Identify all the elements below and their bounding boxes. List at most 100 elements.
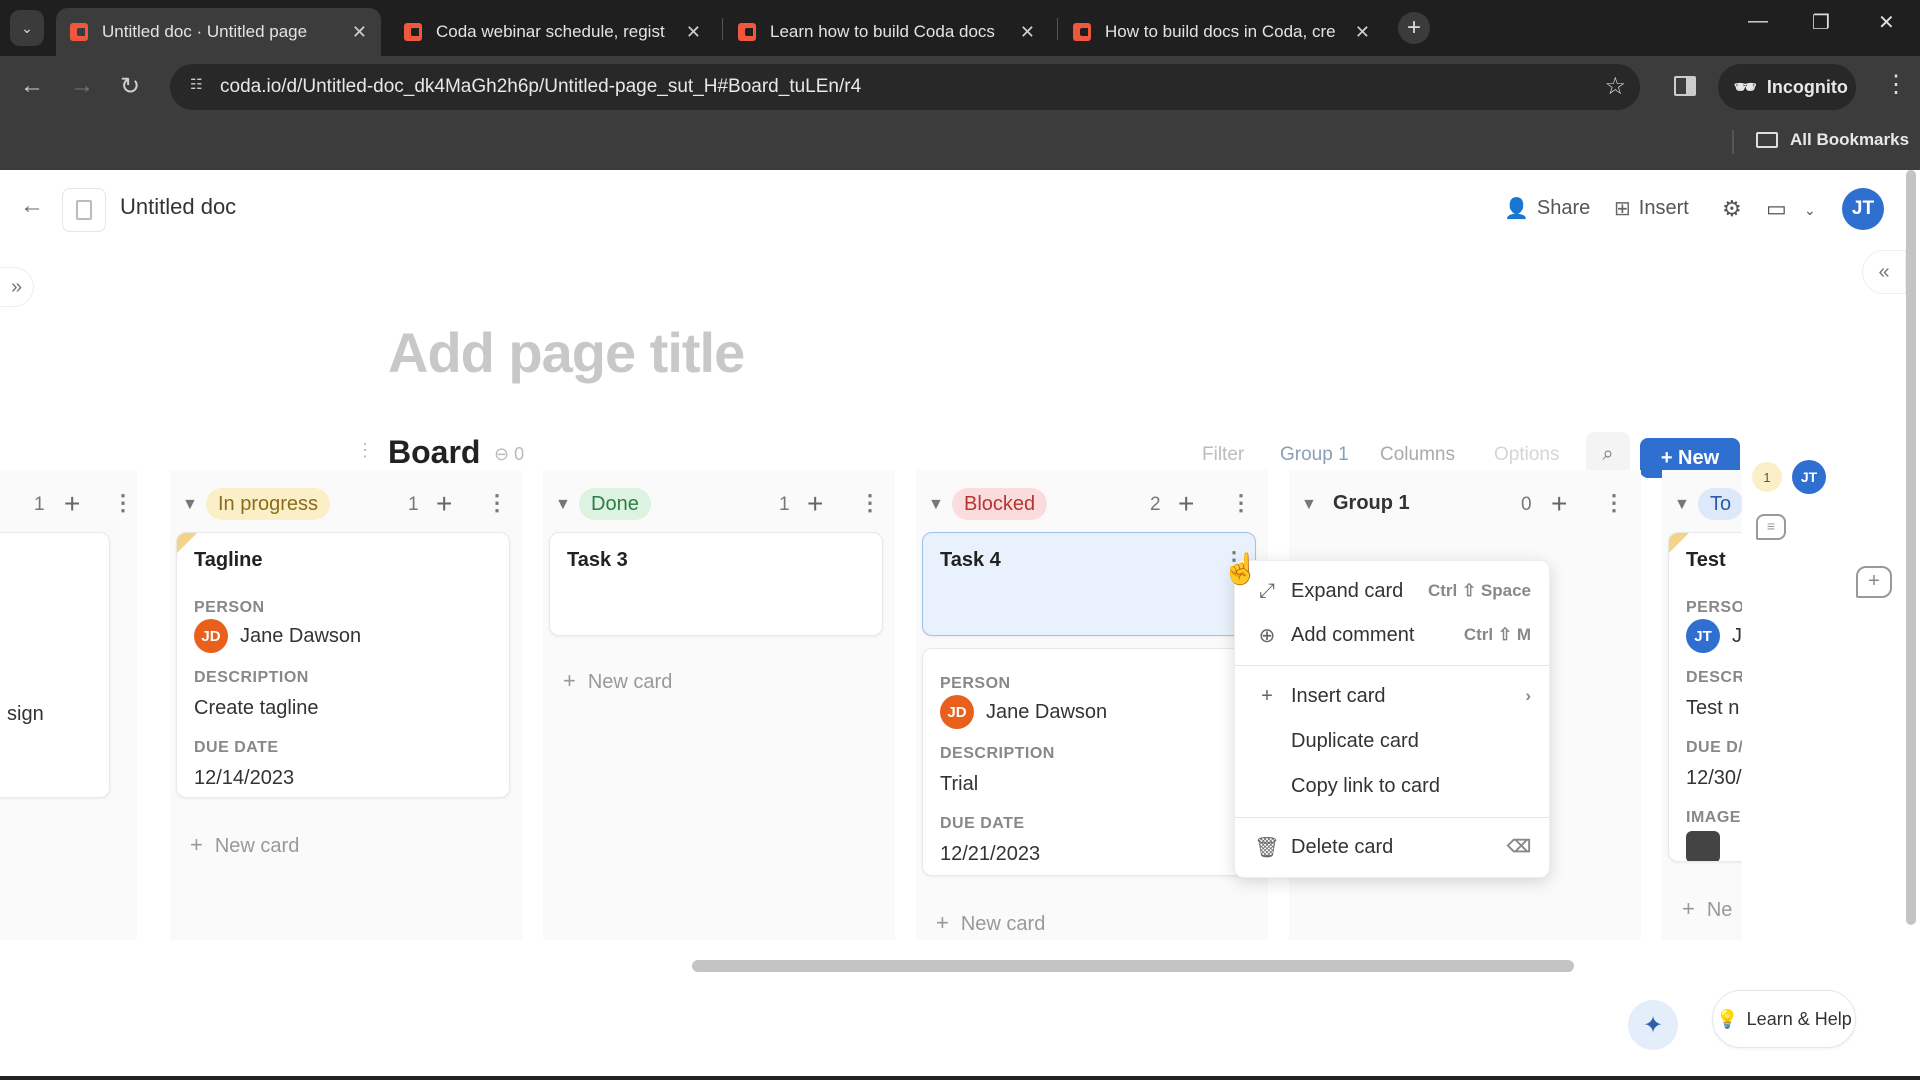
column-count: 1 — [779, 494, 790, 515]
new-card-link[interactable]: + New card — [563, 668, 672, 694]
filter-button[interactable]: Filter — [1202, 444, 1244, 466]
tab-search-button[interactable]: ⌄ — [10, 10, 44, 46]
coda-app: ← Untitled doc 👤 Share ⊞ Insert ⚙ ▭ ⌄ JT… — [0, 170, 1920, 1080]
gear-icon[interactable]: ⚙ — [1722, 196, 1742, 222]
status-pill[interactable]: To — [1698, 488, 1742, 520]
add-card-plus-icon[interactable]: + — [436, 488, 452, 520]
card-description: Trial — [940, 773, 979, 795]
board-card[interactable]: PERSON JD Jane Dawson DESCRIPTION Trial … — [922, 648, 1256, 876]
add-card-plus-icon[interactable]: + — [1178, 488, 1194, 520]
close-tab-icon[interactable]: ✕ — [686, 22, 701, 43]
site-info-icon[interactable]: ☷ — [190, 76, 212, 98]
insert-button[interactable]: ⊞ Insert — [1614, 196, 1689, 221]
collapse-triangle-icon[interactable]: ▼ — [182, 496, 198, 514]
chevron-down-icon[interactable]: ⌄ — [1804, 202, 1816, 219]
doc-icon[interactable] — [62, 188, 106, 232]
lightbulb-icon: 💡 — [1716, 1008, 1739, 1029]
side-panel-icon[interactable] — [1674, 76, 1696, 96]
column-name[interactable]: Group 1 — [1333, 492, 1410, 515]
address-bar[interactable]: ☷ coda.io/d/Untitled-doc_dk4MaGh2h6p/Unt… — [170, 64, 1640, 110]
browser-tab-bar: ⌄ Untitled doc · Untitled page ✕ Coda we… — [0, 0, 1920, 56]
user-avatar[interactable]: JT — [1842, 188, 1884, 230]
chevron-down-icon: ⌄ — [21, 19, 33, 36]
incognito-indicator[interactable]: 🕶 Incognito — [1718, 64, 1856, 110]
menu-item-insert-card[interactable]: + Insert card › — [1235, 674, 1549, 718]
board-column-to-do: ▼ To Test PERSO JT J DESCR Test n DUE D/… — [1662, 470, 1742, 940]
menu-item-delete-card[interactable]: 🗑 Delete card ⌫ — [1235, 825, 1549, 869]
column-more-icon[interactable]: ⋮ — [859, 490, 881, 516]
card-due-date: 12/30/ — [1686, 767, 1742, 789]
close-window-button[interactable]: ✕ — [1878, 10, 1895, 35]
presence-avatar[interactable]: JT — [1792, 460, 1826, 494]
image-thumbnail[interactable] — [1686, 831, 1720, 861]
coda-favicon-icon — [738, 23, 756, 41]
search-icon: ⌕ — [1602, 442, 1614, 465]
column-more-icon[interactable]: ⋮ — [1603, 490, 1625, 516]
forward-arrow-icon[interactable]: → — [70, 72, 94, 100]
column-more-icon[interactable]: ⋮ — [112, 490, 134, 516]
browser-tab[interactable]: Learn how to build Coda docs ✕ — [724, 8, 1049, 56]
menu-item-duplicate-card[interactable]: Duplicate card — [1235, 719, 1549, 763]
vertical-scrollbar[interactable] — [1906, 170, 1916, 925]
back-arrow-icon[interactable]: ← — [20, 72, 44, 100]
collapse-triangle-icon[interactable]: ▼ — [928, 496, 944, 514]
browser-menu-icon[interactable]: ⋮ — [1884, 70, 1908, 99]
status-pill[interactable]: Done — [579, 488, 651, 520]
ai-assistant-button[interactable]: ✦ — [1628, 1000, 1678, 1050]
menu-item-copy-link[interactable]: Copy link to card — [1235, 764, 1549, 808]
page-title-placeholder[interactable]: Add page title — [388, 320, 745, 385]
board-title[interactable]: Board — [388, 434, 480, 471]
share-button[interactable]: 👤 Share — [1504, 196, 1590, 221]
add-card-plus-icon[interactable]: + — [64, 488, 80, 520]
board-card[interactable]: Tagline PERSON JD Jane Dawson DESCRIPTIO… — [176, 532, 510, 798]
comments-icon[interactable]: ▭ — [1766, 196, 1787, 222]
close-tab-icon[interactable]: ✕ — [1355, 22, 1370, 43]
add-card-plus-icon[interactable]: + — [1551, 488, 1567, 520]
minimize-button[interactable]: — — [1748, 10, 1768, 33]
board-link-count[interactable]: ⊖ 0 — [494, 444, 524, 465]
options-button[interactable]: Options — [1494, 444, 1559, 466]
new-card-link[interactable]: + New card — [936, 910, 1045, 936]
new-card-link[interactable]: + New card — [190, 832, 299, 858]
doc-title[interactable]: Untitled doc — [120, 194, 236, 220]
status-pill[interactable]: Blocked — [952, 488, 1048, 520]
column-more-icon[interactable]: ⋮ — [486, 490, 508, 516]
person-value: JD Jane Dawson — [194, 619, 361, 653]
group-button[interactable]: Group 1 — [1280, 444, 1349, 466]
add-comment-icon[interactable]: + — [1856, 566, 1892, 598]
status-pill[interactable]: In progress — [206, 488, 331, 520]
columns-button[interactable]: Columns — [1380, 444, 1455, 466]
menu-item-expand-card[interactable]: ⤢ Expand card Ctrl ⇧ Space — [1235, 569, 1549, 613]
browser-tab[interactable]: Coda webinar schedule, regist ✕ — [390, 8, 715, 56]
horizontal-scrollbar[interactable] — [692, 960, 1574, 972]
comment-icon[interactable]: ≡ — [1756, 514, 1786, 540]
board-card-selected[interactable]: Task 4 ⋮ — [922, 532, 1256, 636]
column-more-icon[interactable]: ⋮ — [1230, 490, 1252, 516]
presence-count-badge[interactable]: 1 — [1752, 462, 1782, 492]
bookmark-star-icon[interactable]: ☆ — [1604, 72, 1626, 101]
new-tab-button[interactable]: + — [1398, 12, 1430, 44]
close-tab-icon[interactable]: ✕ — [1020, 22, 1035, 43]
collapse-triangle-icon[interactable]: ▼ — [555, 496, 571, 514]
close-tab-icon[interactable]: ✕ — [352, 22, 367, 43]
new-card-link[interactable]: + Ne — [1682, 896, 1732, 922]
collapse-right-panel-button[interactable]: « — [1862, 250, 1906, 294]
restore-button[interactable]: ❐ — [1812, 10, 1830, 35]
add-card-plus-icon[interactable]: + — [807, 488, 823, 520]
learn-help-button[interactable]: 💡 Learn & Help — [1712, 990, 1856, 1048]
url-text[interactable]: coda.io/d/Untitled-doc_dk4MaGh2h6p/Untit… — [220, 76, 861, 98]
board-card[interactable]: Test PERSO JT J DESCR Test n DUE D/ 12/3… — [1668, 532, 1742, 862]
reload-icon[interactable]: ↻ — [120, 72, 140, 101]
browser-tab-active[interactable]: Untitled doc · Untitled page ✕ — [56, 8, 381, 56]
board-card[interactable]: Task 3 — [549, 532, 883, 636]
board-card[interactable]: sign — [0, 532, 110, 798]
collapse-triangle-icon[interactable]: ▼ — [1674, 496, 1690, 514]
collapse-triangle-icon[interactable]: ▼ — [1301, 496, 1317, 514]
all-bookmarks-button[interactable]: All Bookmarks — [1756, 130, 1909, 150]
browser-tab[interactable]: How to build docs in Coda, cre ✕ — [1059, 8, 1384, 56]
back-arrow-icon[interactable]: ← — [20, 192, 44, 220]
menu-item-add-comment[interactable]: ⊕ Add comment Ctrl ⇧ M — [1235, 613, 1549, 657]
drag-handle-icon[interactable]: ⋮ — [356, 440, 374, 461]
expand-left-panel-button[interactable]: » — [0, 267, 34, 307]
tab-title: Untitled doc · Untitled page — [102, 22, 308, 41]
